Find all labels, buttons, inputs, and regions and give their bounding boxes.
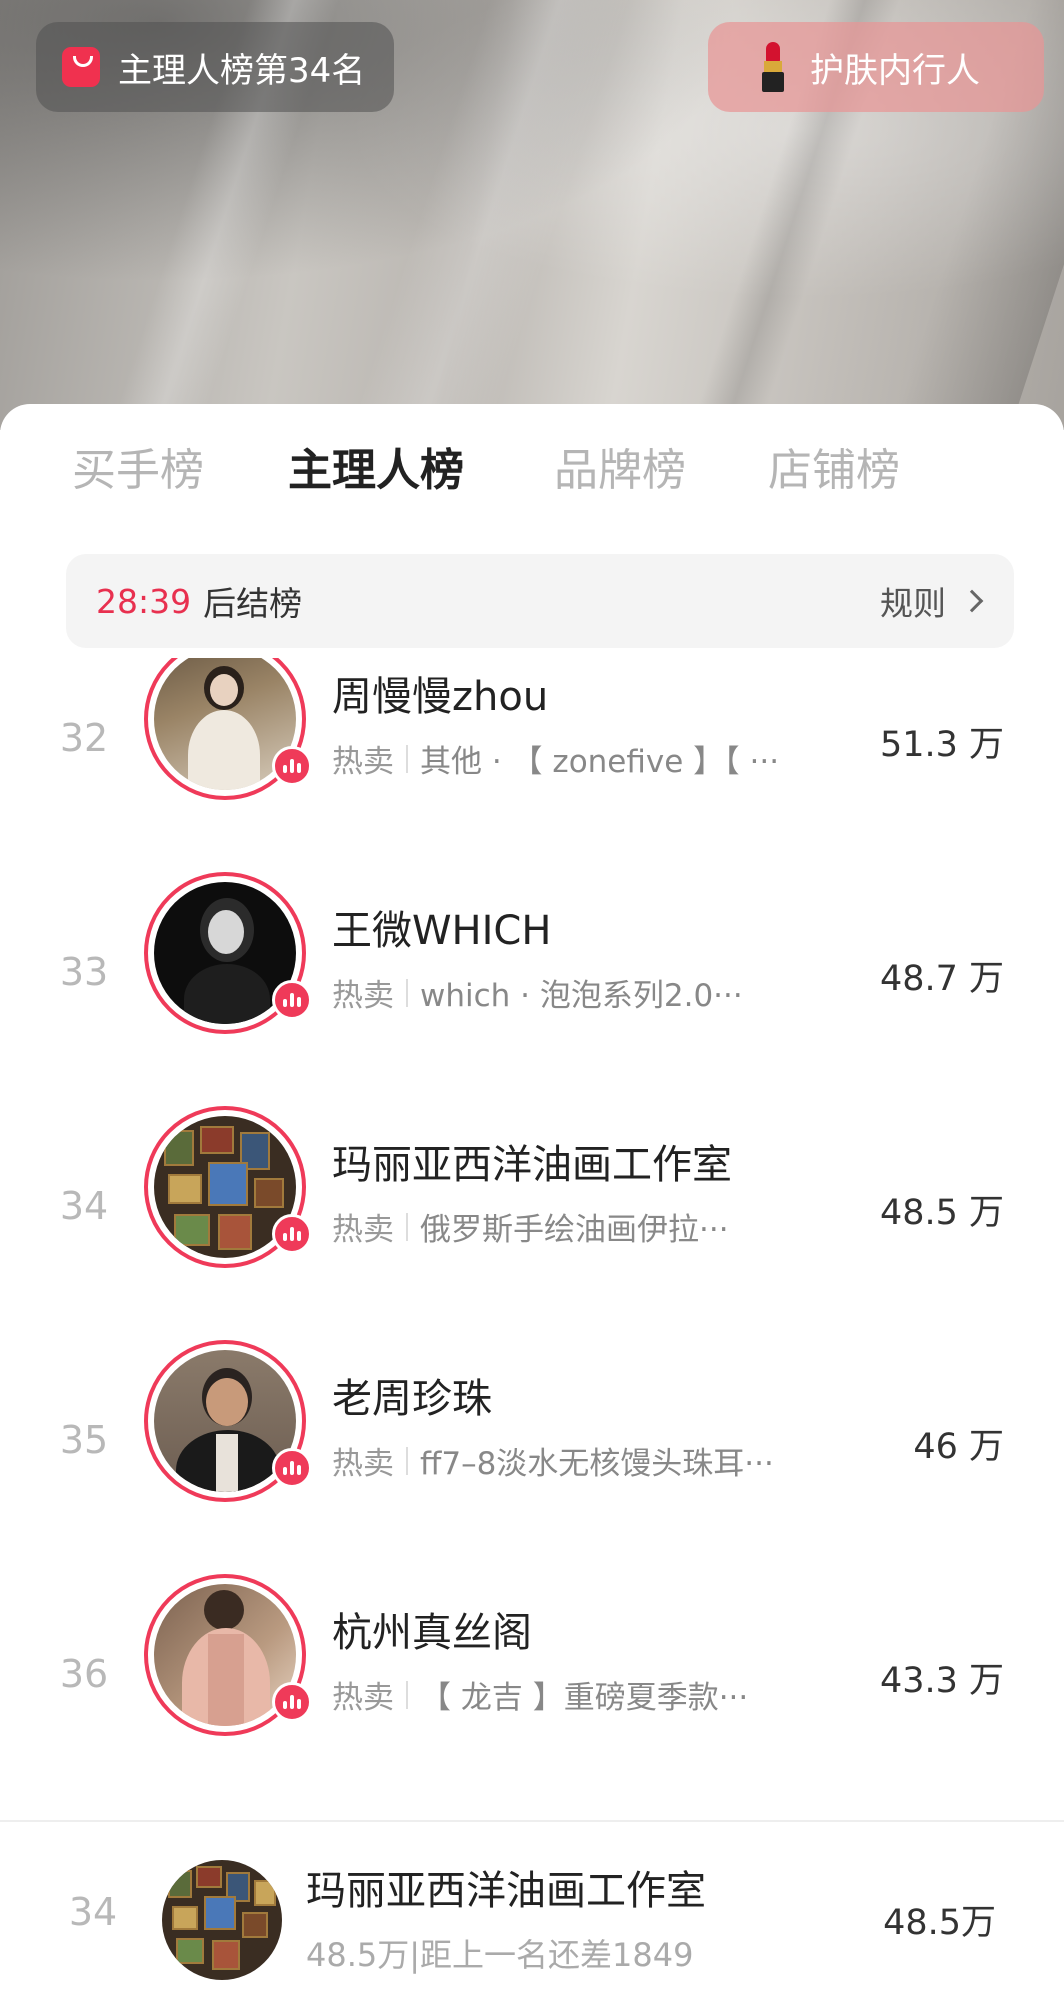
product-text: 其他 · 【 zonefive 】【 ··· [420, 744, 780, 780]
score: 51.3 万 [879, 725, 1004, 765]
streamer-name: 王微WHICH [332, 908, 552, 954]
ranking-tabs: 买手榜 主理人榜 品牌榜 店铺榜 [0, 434, 1064, 514]
rank-number: 36 [59, 1652, 109, 1696]
list-item[interactable]: 36 杭州真丝阁 热卖【 龙吉 】重磅夏季款··· 43.3 万 [0, 1574, 1064, 1768]
hot-product-line: 热卖 俄罗斯手绘油画伊拉··· [332, 1204, 729, 1249]
tag-badge-button[interactable]: 护肤内行人 [708, 22, 1044, 112]
live-indicator-icon [272, 746, 312, 786]
tab-buyer[interactable]: 买手榜 [72, 434, 204, 498]
countdown-bar: 28:39 后结榜 规则 [66, 554, 1014, 648]
shopping-bag-icon [62, 47, 100, 87]
hot-label: 热卖 [332, 978, 394, 1014]
streamer-name: 老周珍珠 [332, 1376, 492, 1422]
my-avatar [162, 1860, 282, 1980]
rank-number: 34 [59, 1184, 109, 1228]
tab-store[interactable]: 店铺榜 [768, 434, 900, 498]
product-text: which · 泡泡系列2.0··· [420, 978, 743, 1014]
my-name: 玛丽亚西洋油画工作室 [306, 1868, 706, 1914]
hot-label: 热卖 [332, 744, 394, 780]
hot-product-line: 热卖 ff7–8淡水无核馒头珠耳··· [332, 1438, 774, 1483]
chevron-right-icon [960, 589, 984, 613]
rules-label: 规则 [880, 584, 946, 623]
rank-badge-label: 主理人榜第34名 [118, 50, 366, 91]
list-item[interactable]: 33 王微WHICH 热卖 which · 泡泡系列2.0··· 48.7 万 [0, 872, 1064, 1106]
hot-product-line: 热卖 which · 泡泡系列2.0··· [332, 970, 743, 1015]
list-item[interactable]: 34 玛丽亚西洋油画工作室 热卖 俄罗斯手绘油画伊拉··· 48.5 万 [0, 1106, 1064, 1340]
score: 48.7 万 [879, 959, 1004, 999]
live-stream-background: 主理人榜第34名 护肤内行人 [0, 0, 1064, 430]
rules-link[interactable]: 规则 [880, 577, 984, 625]
list-item[interactable]: 35 老周珍珠 热卖 ff7–8淡水无核馒头珠耳··· 46 万 [0, 1340, 1064, 1574]
score: 48.5 万 [879, 1193, 1004, 1233]
score: 43.3 万 [879, 1661, 1004, 1701]
product-text: 俄罗斯手绘油画伊拉··· [420, 1212, 729, 1248]
hot-product-line: 热卖【 龙吉 】重磅夏季款··· [332, 1672, 748, 1717]
gap-text: 48.5万|距上一名还差1849 [306, 1936, 694, 1974]
score: 46 万 [913, 1427, 1004, 1467]
countdown-time: 28:39 [96, 581, 192, 621]
my-rank-number: 34 [68, 1890, 118, 1934]
tag-badge-label: 护肤内行人 [810, 50, 980, 91]
my-score: 48.5万 [883, 1903, 996, 1943]
hot-label: 热卖 [332, 1446, 394, 1482]
list-item[interactable]: 32 周慢慢zhou 热卖 其他 · 【 zonefive 】【 ··· 51.3… [0, 658, 1064, 872]
hot-product-line: 热卖 其他 · 【 zonefive 】【 ··· [332, 736, 779, 781]
ranking-panel: 买手榜 主理人榜 品牌榜 店铺榜 28:39 后结榜 规则 32 周慢慢zhou [0, 404, 1064, 2010]
live-indicator-icon [272, 1214, 312, 1254]
streamer-name: 周慢慢zhou [332, 674, 549, 720]
rank-number: 33 [59, 950, 109, 994]
lipstick-icon [758, 42, 788, 92]
my-rank-bar[interactable]: 34 玛丽亚西洋油画工作室 48.5万|距上一名还差1849 48.5万 [0, 1820, 1064, 2010]
live-indicator-icon [272, 980, 312, 1020]
hot-label: 热卖 [332, 1680, 394, 1716]
product-text: 【 龙吉 】重磅夏季款··· [420, 1680, 749, 1716]
rank-number: 32 [59, 716, 109, 760]
streamer-name: 杭州真丝阁 [332, 1610, 532, 1656]
product-text: ff7–8淡水无核馒头珠耳··· [420, 1446, 774, 1482]
streamer-name: 玛丽亚西洋油画工作室 [332, 1142, 732, 1188]
live-indicator-icon [272, 1448, 312, 1488]
rank-badge-button[interactable]: 主理人榜第34名 [36, 22, 394, 112]
countdown-suffix: 后结榜 [203, 584, 303, 623]
rank-number: 35 [59, 1418, 109, 1462]
ranking-list: 32 周慢慢zhou 热卖 其他 · 【 zonefive 】【 ··· 51.3… [0, 658, 1064, 1768]
live-indicator-icon [272, 1682, 312, 1722]
tab-brand[interactable]: 品牌榜 [554, 434, 686, 498]
tab-owner[interactable]: 主理人榜 [288, 434, 464, 498]
hot-label: 热卖 [332, 1212, 394, 1248]
